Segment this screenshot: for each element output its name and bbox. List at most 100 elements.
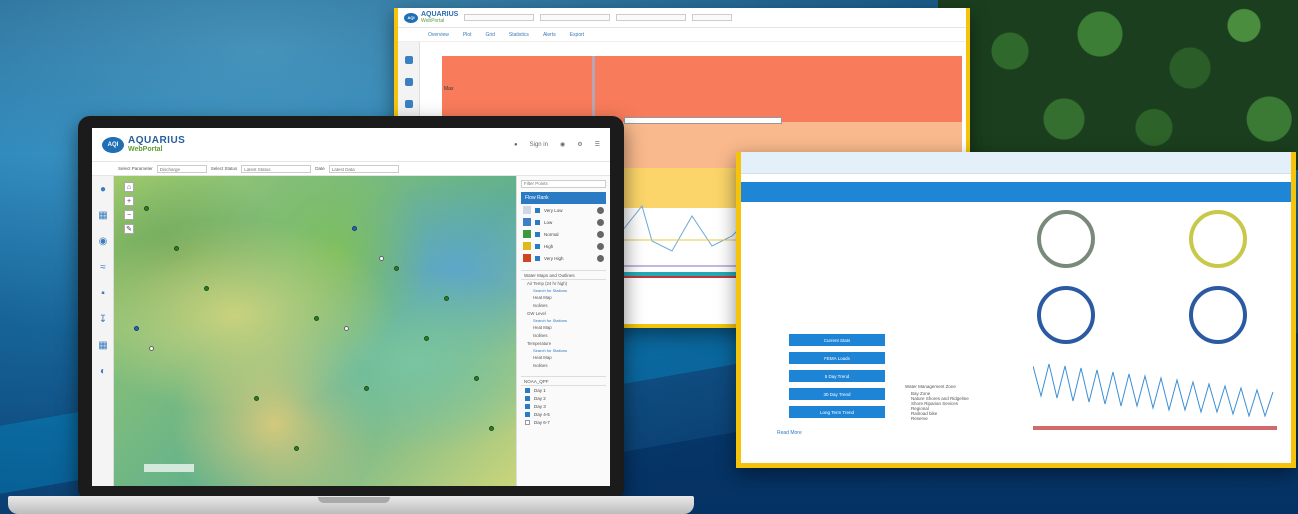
location-select[interactable] bbox=[464, 14, 535, 21]
day-checkbox[interactable] bbox=[525, 419, 530, 425]
long-term-trend-button[interactable]: Long Term Trend bbox=[789, 406, 885, 418]
document-icon[interactable]: ▦ bbox=[92, 332, 114, 358]
legend-checkbox[interactable] bbox=[535, 255, 540, 261]
day-checkbox[interactable] bbox=[525, 411, 530, 417]
forecast-day[interactable]: Day 6-7 bbox=[521, 418, 606, 426]
fema-loads-button[interactable]: FEMA Loads bbox=[789, 352, 885, 364]
globe-icon[interactable]: ● bbox=[92, 176, 114, 202]
draw-icon[interactable]: ✎ bbox=[124, 224, 134, 234]
read-more-link[interactable]: Read More bbox=[777, 430, 802, 436]
time-series-plot[interactable] bbox=[1033, 346, 1277, 436]
layer-isolines-option[interactable]: Isolines bbox=[521, 332, 606, 340]
station-marker[interactable] bbox=[254, 396, 259, 401]
legend-checkbox[interactable] bbox=[535, 207, 540, 213]
station-marker[interactable] bbox=[444, 296, 449, 301]
day-checkbox[interactable] bbox=[525, 387, 530, 393]
station-marker[interactable] bbox=[474, 376, 479, 381]
current-stats-button[interactable]: Current Stats bbox=[789, 334, 885, 346]
brand-name: AQUARIUS bbox=[128, 134, 186, 146]
approval-bar bbox=[1033, 426, 1277, 430]
station-map[interactable]: ⌂ + − ✎ bbox=[114, 176, 516, 486]
zoom-in-button[interactable]: + bbox=[124, 196, 134, 206]
user-icon[interactable]: ● bbox=[514, 142, 518, 148]
station-marker[interactable] bbox=[344, 326, 349, 331]
layers-section-header[interactable]: Water Maps and Outlines bbox=[521, 270, 606, 280]
dashboard-icon[interactable]: ◐ bbox=[92, 358, 114, 384]
day-label: Day 2 bbox=[534, 395, 546, 401]
layer-heatmap-option[interactable]: Heat Map bbox=[521, 294, 606, 302]
station-marker[interactable] bbox=[144, 206, 149, 211]
layer-heatmap-option[interactable]: Heat Map bbox=[521, 324, 606, 332]
parameter-select[interactable]: Discharge bbox=[156, 164, 207, 173]
station-marker[interactable] bbox=[364, 386, 369, 391]
filter-input[interactable]: Filter Points bbox=[521, 180, 606, 188]
zoom-out-button[interactable]: − bbox=[124, 210, 134, 220]
gear-icon[interactable]: ⚙ bbox=[577, 141, 582, 148]
station-marker[interactable] bbox=[134, 326, 139, 331]
legend-item[interactable]: High bbox=[521, 240, 606, 252]
day-checkbox[interactable] bbox=[525, 403, 530, 409]
date-select[interactable]: Latest Data bbox=[328, 164, 399, 173]
five-day-trend-button[interactable]: 5 Day Trend bbox=[789, 370, 885, 382]
menu-icon[interactable]: ☰ bbox=[595, 141, 600, 148]
layer-option[interactable]: Air Temp (24 hr high) bbox=[521, 280, 606, 288]
layer-option[interactable]: GW Level bbox=[521, 310, 606, 318]
gauge-panel bbox=[1033, 206, 1273, 344]
station-marker[interactable] bbox=[314, 316, 319, 321]
line-chart-icon[interactable]: ≈ bbox=[92, 254, 114, 280]
legend-checkbox[interactable] bbox=[535, 231, 540, 237]
logo-badge: AQI bbox=[404, 12, 418, 23]
tab-overview[interactable]: Overview bbox=[428, 32, 449, 38]
station-marker[interactable] bbox=[149, 346, 154, 351]
grid-icon[interactable] bbox=[404, 78, 413, 86]
sign-in-link[interactable]: Sign in bbox=[530, 142, 548, 148]
parameter-select[interactable] bbox=[616, 14, 687, 21]
forecast-day[interactable]: Day 1 bbox=[521, 386, 606, 394]
station-marker[interactable] bbox=[294, 446, 299, 451]
layer-heatmap-option[interactable]: Heat Map bbox=[521, 354, 606, 362]
grid-icon[interactable]: ▦ bbox=[92, 202, 114, 228]
dataset-select[interactable] bbox=[540, 14, 611, 21]
layer-isolines-option[interactable]: Isolines bbox=[521, 362, 606, 370]
legend-item[interactable]: Very Low bbox=[521, 204, 606, 216]
status-select[interactable]: Latest Status bbox=[241, 164, 312, 173]
legend-item[interactable]: Low bbox=[521, 216, 606, 228]
home-icon[interactable]: ⌂ bbox=[124, 182, 134, 192]
legend-header[interactable]: Flow Rank bbox=[521, 192, 606, 204]
station-marker[interactable] bbox=[394, 266, 399, 271]
date-select[interactable] bbox=[692, 14, 733, 21]
legend-checkbox[interactable] bbox=[535, 219, 540, 225]
tab-plot[interactable]: Plot bbox=[463, 32, 472, 38]
station-marker[interactable] bbox=[489, 426, 494, 431]
thirty-day-trend-button[interactable]: 30 Day Trend bbox=[789, 388, 885, 400]
legend-checkbox[interactable] bbox=[535, 243, 540, 249]
chart-tabs: Overview Plot Grid Statistics Alerts Exp… bbox=[398, 28, 966, 42]
tab-grid[interactable]: Grid bbox=[485, 32, 494, 38]
station-marker[interactable] bbox=[379, 256, 384, 261]
bar-chart-icon[interactable]: ▪ bbox=[92, 280, 114, 306]
app-logo[interactable]: AQUARIUS WebPortal bbox=[128, 134, 186, 154]
forecast-day[interactable]: Day 2 bbox=[521, 394, 606, 402]
layer-isolines-option[interactable]: Isolines bbox=[521, 302, 606, 310]
tab-export[interactable]: Export bbox=[570, 32, 584, 38]
product-name: WebPortal bbox=[128, 145, 163, 153]
legend-item[interactable]: Very High bbox=[521, 252, 606, 264]
forecast-section-header[interactable]: NOAA_QPF bbox=[521, 376, 606, 386]
globe-icon[interactable] bbox=[404, 56, 413, 64]
tab-alerts[interactable]: Alerts bbox=[543, 32, 556, 38]
legend-label: High bbox=[544, 243, 554, 249]
layer-option[interactable]: Temperature bbox=[521, 340, 606, 348]
station-marker[interactable] bbox=[174, 246, 179, 251]
pin-icon[interactable] bbox=[404, 100, 413, 108]
download-icon[interactable]: ↧ bbox=[92, 306, 114, 332]
tab-statistics[interactable]: Statistics bbox=[509, 32, 529, 38]
globe-icon[interactable]: ◉ bbox=[560, 141, 565, 148]
forecast-day[interactable]: Day 3 bbox=[521, 402, 606, 410]
forecast-day[interactable]: Day 4-5 bbox=[521, 410, 606, 418]
station-marker[interactable] bbox=[352, 226, 357, 231]
station-marker[interactable] bbox=[424, 336, 429, 341]
station-marker[interactable] bbox=[204, 286, 209, 291]
day-checkbox[interactable] bbox=[525, 395, 530, 401]
map-pin-icon[interactable]: ◉ bbox=[92, 228, 114, 254]
legend-item[interactable]: Normal bbox=[521, 228, 606, 240]
